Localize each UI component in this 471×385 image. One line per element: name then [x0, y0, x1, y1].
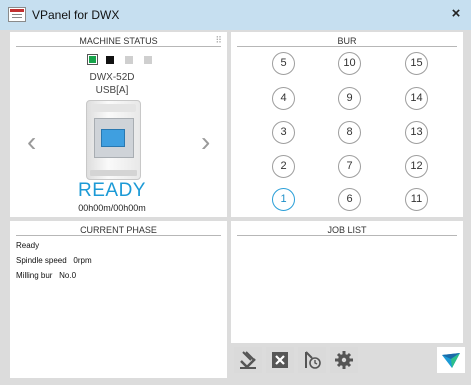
machine-status-title: MACHINE STATUS: [79, 36, 158, 46]
bur-slot-4[interactable]: 4: [272, 87, 295, 110]
bur-slot-7[interactable]: 7: [338, 155, 361, 178]
machine-selector-4[interactable]: [144, 56, 152, 64]
bur-slot-3[interactable]: 3: [272, 121, 295, 144]
machine-model: DWX-52D: [89, 72, 135, 83]
current-phase-title: CURRENT PHASE: [80, 225, 157, 235]
settings-button[interactable]: [330, 347, 358, 373]
app-icon: [8, 7, 26, 22]
job-list-header: JOB LIST: [237, 224, 457, 236]
bur-slot-6[interactable]: 6: [338, 188, 361, 211]
current-phase-header: CURRENT PHASE: [16, 224, 221, 236]
current-phase-panel: CURRENT PHASE Ready Spindle speed 0rpm M…: [10, 221, 227, 378]
vpanel-logo-button[interactable]: [437, 347, 465, 373]
delete-icon: [272, 352, 288, 368]
title-bar: VPanel for DWX ×: [0, 0, 471, 30]
machine-selector-2[interactable]: [106, 56, 114, 64]
next-machine-button[interactable]: ›: [201, 128, 210, 156]
bur-slot-9[interactable]: 9: [338, 87, 361, 110]
grip-dots-icon[interactable]: ⠿: [215, 35, 222, 45]
prev-machine-button[interactable]: ‹: [27, 128, 36, 156]
bur-slot-8[interactable]: 8: [338, 121, 361, 144]
machine-selector-3[interactable]: [125, 56, 133, 64]
logo-icon: [442, 353, 460, 368]
phase-spindle-speed: Spindle speed 0rpm: [16, 256, 92, 265]
job-list-panel: JOB LIST: [231, 221, 463, 343]
schedule-button[interactable]: [298, 347, 326, 373]
machine-status-header: MACHINE STATUS ⠿: [16, 35, 222, 47]
output-icon: [240, 351, 256, 369]
bur-slot-15[interactable]: 15: [405, 52, 428, 75]
output-button[interactable]: [234, 347, 262, 373]
window-title: VPanel for DWX: [32, 8, 120, 22]
bur-slot-14[interactable]: 14: [405, 87, 428, 110]
delete-button[interactable]: [266, 347, 294, 373]
machine-state: READY: [78, 180, 146, 201]
bur-slot-10[interactable]: 10: [338, 52, 361, 75]
close-button[interactable]: ×: [447, 5, 465, 23]
bur-title: BUR: [337, 36, 357, 46]
settings-icon: [335, 351, 353, 369]
schedule-icon: [305, 351, 321, 369]
bur-slot-1[interactable]: 1: [272, 188, 295, 211]
machine-port: USB[A]: [95, 85, 129, 96]
bur-slot-12[interactable]: 12: [405, 155, 428, 178]
machine-selector-1[interactable]: [87, 54, 98, 65]
bur-slot-11[interactable]: 11: [405, 188, 428, 211]
phase-status: Ready: [16, 241, 40, 250]
job-list-title: JOB LIST: [327, 225, 367, 235]
bur-slot-13[interactable]: 13: [405, 121, 428, 144]
bur-slot-5[interactable]: 5: [272, 52, 295, 75]
bur-header: BUR: [237, 35, 457, 47]
machine-image: [86, 100, 141, 180]
phase-milling-bur: Milling bur No.0: [16, 271, 77, 280]
bur-slot-2[interactable]: 2: [272, 155, 295, 178]
machine-time: 00h00m/00h00m: [78, 203, 146, 213]
